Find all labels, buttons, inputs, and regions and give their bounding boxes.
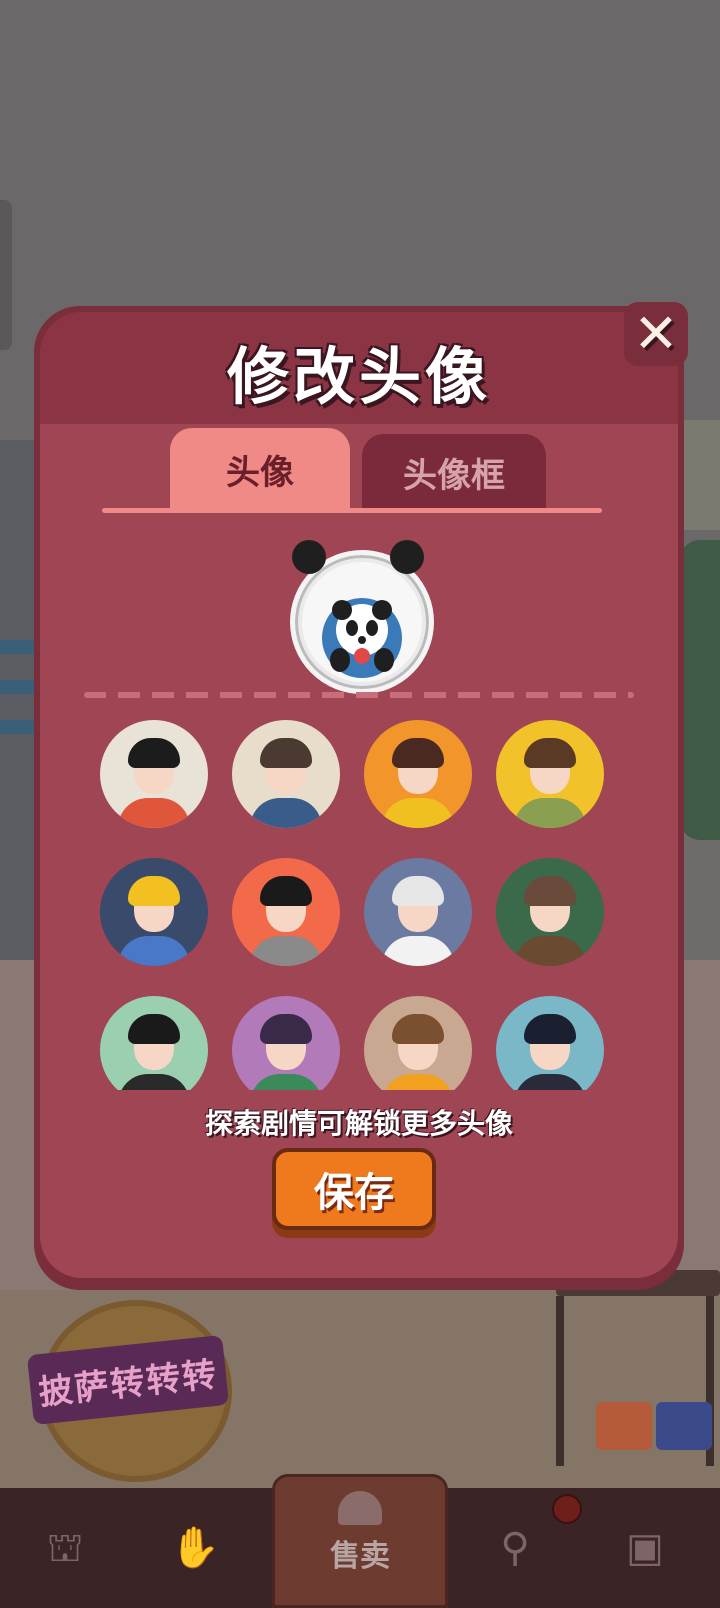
avatar-hair (392, 738, 444, 768)
background-tree (680, 540, 720, 840)
map-person-icon: ⚲ (500, 1525, 530, 1571)
avatar-hair (524, 1014, 576, 1044)
avatar-body (250, 936, 322, 966)
avatar-hair (524, 738, 576, 768)
bus-icon: ▣ (626, 1525, 664, 1571)
boy-glasses-avatar[interactable] (232, 720, 340, 828)
avatar-body (382, 798, 454, 828)
unlock-hint: 探索剧情可解锁更多头像 (204, 1107, 513, 1140)
handshake-icon: ✋ (170, 1525, 220, 1571)
boy-hardhat-avatar[interactable] (100, 858, 208, 966)
dialog-title: 修改头像 (226, 340, 491, 413)
side-drawer-handle[interactable] (0, 200, 12, 350)
girl-braid-avatar[interactable] (100, 720, 208, 828)
save-button[interactable]: 保存 (272, 1148, 436, 1230)
avatar-body (250, 798, 322, 828)
avatar-hair (128, 738, 180, 768)
avatar-body (514, 798, 586, 828)
avatar-hair (128, 1014, 180, 1044)
boy-brown-avatar[interactable] (364, 996, 472, 1090)
save-button-label: 保存 (314, 1170, 394, 1216)
nav-item-handshake[interactable]: ✋ (150, 1508, 240, 1588)
man-beret-avatar[interactable] (496, 858, 604, 966)
market-stall (556, 1270, 720, 1470)
avatar-body (118, 798, 190, 828)
nav-item-bus[interactable]: ▣ (600, 1508, 690, 1588)
man-sunglasses-avatar[interactable] (100, 996, 208, 1090)
edit-avatar-dialog: 修改头像 头像 头像框 探索剧情可解锁更多头像 保存 (34, 306, 684, 1290)
nav-sell-label: 售卖 (330, 1539, 390, 1574)
tab-avatar-frame[interactable]: 头像框 (362, 434, 546, 510)
nav-item-bag[interactable]: ⛫ (20, 1508, 110, 1588)
avatar-hair (392, 1014, 444, 1044)
girl-bob-avatar[interactable] (232, 858, 340, 966)
avatar-body (514, 1074, 586, 1090)
avatar-grid (100, 720, 620, 1090)
close-button[interactable]: ✕ (624, 302, 688, 366)
avatar-hair (128, 876, 180, 906)
dialog-body: 修改头像 头像 头像框 探索剧情可解锁更多头像 保存 (40, 312, 678, 1278)
nav-item-sell[interactable]: 售卖 (272, 1474, 448, 1608)
avatar-body (118, 1074, 190, 1090)
background-tower (684, 420, 720, 530)
girl-longhair-avatar[interactable] (496, 996, 604, 1090)
panda-frame-ears (288, 540, 428, 610)
bag-icon: ⛫ (46, 1525, 84, 1571)
avatar-body (382, 1074, 454, 1090)
avatar-hair (260, 738, 312, 768)
avatar-body (118, 936, 190, 966)
tab-avatar[interactable]: 头像 (170, 428, 350, 510)
avatar-hair (260, 876, 312, 906)
avatar-hair (392, 876, 444, 906)
avatar-body (514, 936, 586, 966)
nav-item-map[interactable]: ⚲ (470, 1508, 560, 1588)
pizza-wheel-logo-text: 披萨转转转 (36, 1354, 220, 1413)
avatar-hair (524, 876, 576, 906)
tab-underline (102, 508, 602, 513)
dashed-divider (84, 692, 634, 698)
avatar-tabs: 头像 头像框 (170, 428, 550, 510)
sell-bell-icon (338, 1491, 382, 1525)
girl-yellow-avatar[interactable] (496, 720, 604, 828)
old-man-avatar[interactable] (364, 858, 472, 966)
avatar-body (382, 936, 454, 966)
close-icon: ✕ (633, 302, 679, 365)
avatar-body (250, 1074, 322, 1090)
girl-purple-avatar[interactable] (232, 996, 340, 1090)
notification-dot (552, 1494, 582, 1524)
avatar-hair (260, 1014, 312, 1044)
girl-orange-avatar[interactable] (364, 720, 472, 828)
